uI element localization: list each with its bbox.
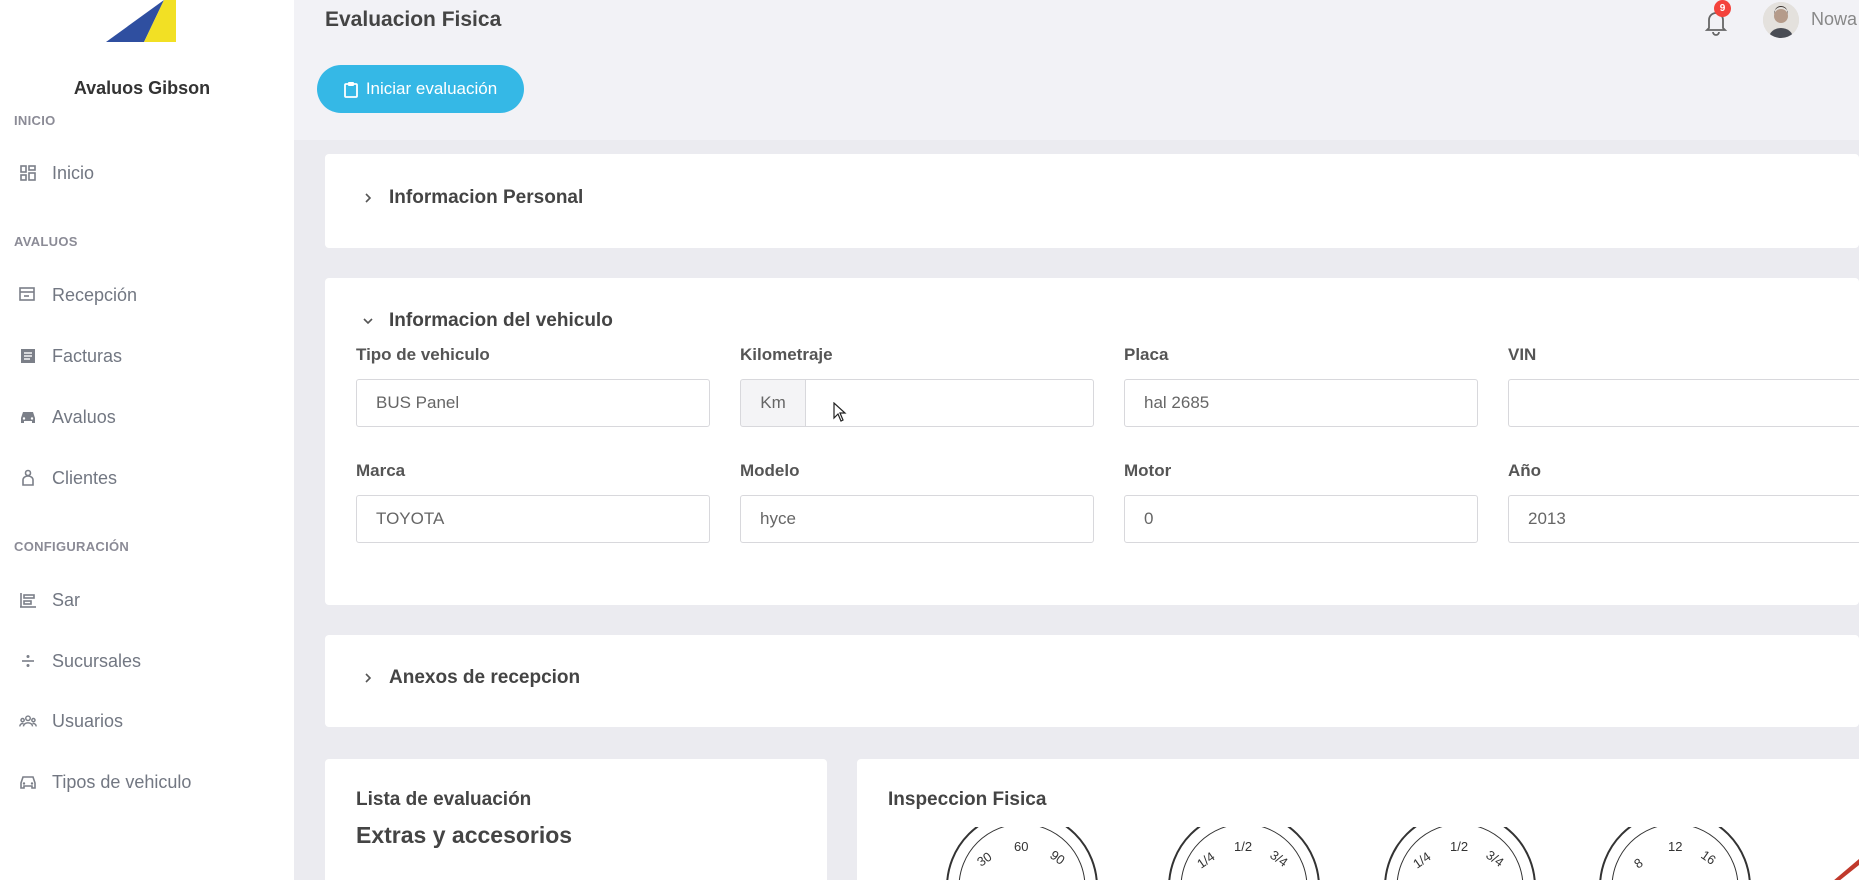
inspection-title: Inspeccion Fisica (888, 789, 1047, 810)
gauge-tick: 12 (1668, 839, 1682, 854)
client-icon (19, 469, 37, 487)
dashboard-icon (19, 164, 37, 182)
reception-icon (19, 286, 37, 304)
annexes-toggle[interactable]: Anexos de recepcion (361, 667, 580, 689)
gauge-tick: 1/4 (1194, 849, 1217, 872)
vehicle-icon (19, 773, 37, 791)
gauge-tick: 3/4 (1483, 847, 1506, 870)
start-evaluation-button[interactable]: Iniciar evaluación (317, 65, 524, 113)
car-icon (19, 408, 37, 426)
vehicle-info-card: Informacion del vehiculo Tipo de vehicul… (325, 278, 1859, 605)
invoice-icon (19, 347, 37, 365)
brand-logo (106, 0, 176, 42)
evaluation-list-card: Lista de evaluación Extras y accesorios (325, 759, 827, 880)
sidebar-item-usuarios[interactable]: Usuarios (0, 699, 294, 743)
chevron-down-icon (361, 314, 375, 328)
sidebar: Avaluos Gibson INICIO Inicio AVALUOS Rec… (0, 0, 294, 880)
clipboard-icon (343, 81, 358, 98)
kilometraje-label: Kilometraje (740, 345, 833, 364)
anio-field[interactable]: 2013 (1508, 495, 1859, 543)
vin-field[interactable] (1508, 379, 1859, 427)
sidebar-item-sar[interactable]: Sar (0, 578, 294, 622)
motor-field[interactable]: 0 (1124, 495, 1478, 543)
page-title: Evaluacion Fisica (325, 8, 502, 31)
kilometraje-field[interactable] (805, 379, 1094, 427)
evaluation-list-title: Lista de evaluación (356, 789, 532, 810)
section-title: Anexos de recepcion (389, 667, 581, 688)
gauge-tick: 3/4 (1267, 847, 1290, 870)
gauge-tick: 16 (1698, 847, 1718, 868)
motor-label: Motor (1124, 461, 1172, 480)
chevron-right-icon (361, 671, 375, 685)
sidebar-item-label: Sucursales (52, 650, 142, 671)
vin-label: VIN (1508, 345, 1537, 364)
gauge-tick: 30 (974, 849, 994, 870)
sidebar-item-recepcion[interactable]: Recepción (0, 273, 294, 317)
avatar[interactable] (1763, 2, 1799, 38)
anio-label: Año (1508, 461, 1542, 480)
gauge-tick: 90 (1047, 847, 1067, 868)
user-avatar-icon (1763, 2, 1799, 38)
gauge-fuel: 1/4 1/2 3/4 (1168, 827, 1320, 880)
tipo-vehiculo-field[interactable]: BUS Panel (356, 379, 710, 427)
sidebar-section-inicio: INICIO (14, 113, 56, 128)
mouse-cursor-icon (833, 402, 847, 422)
sidebar-item-tipos-de-vehiculo[interactable]: Tipos de vehiculo (0, 760, 294, 804)
vehicle-info-toggle[interactable]: Informacion del vehiculo (361, 310, 613, 332)
sidebar-section-avaluos: AVALUOS (14, 234, 78, 249)
gauge-speed: 30 60 90 (946, 827, 1098, 880)
dashboard-needle-icon (1834, 859, 1859, 880)
km-addon: Km (740, 379, 806, 427)
sidebar-item-inicio[interactable]: Inicio (0, 151, 294, 195)
annexes-card: Anexos de recepcion (325, 635, 1859, 727)
modelo-label: Modelo (740, 461, 800, 480)
section-title: Informacion del vehiculo (389, 310, 613, 331)
sidebar-item-label: Facturas (52, 345, 123, 366)
brand-name: Avaluos Gibson (73, 78, 211, 98)
sidebar-item-label: Sar (52, 589, 81, 610)
modelo-field[interactable]: hyce (740, 495, 1094, 543)
marca-field[interactable]: TOYOTA (356, 495, 710, 543)
marca-label: Marca (356, 461, 406, 480)
sidebar-item-label: Inicio (52, 162, 95, 183)
notification-badge: 9 (1714, 0, 1731, 17)
sidebar-item-label: Clientes (52, 467, 118, 488)
inspection-card: Inspeccion Fisica 30 60 90 1/4 1/2 3/4 1… (857, 759, 1859, 880)
sidebar-item-label: Usuarios (52, 710, 124, 731)
gauge-tick: 1/2 (1450, 839, 1468, 854)
divide-icon (19, 652, 37, 670)
gauge-tick: 8 (1631, 855, 1646, 871)
gauge-tick: 1/2 (1234, 839, 1252, 854)
gauge-level: 1/4 1/2 3/4 (1384, 827, 1536, 880)
username[interactable]: Nowa (1811, 9, 1857, 30)
personal-info-toggle[interactable]: Informacion Personal (361, 187, 583, 209)
placa-field[interactable]: hal 2685 (1124, 379, 1478, 427)
sidebar-item-facturas[interactable]: Facturas (0, 334, 294, 378)
start-evaluation-label: Iniciar evaluación (365, 79, 498, 98)
placa-label: Placa (1124, 345, 1169, 364)
sidebar-item-avaluos[interactable]: Avaluos (0, 395, 294, 439)
tipo-vehiculo-label: Tipo de vehiculo (356, 345, 490, 364)
sidebar-item-label: Recepción (52, 284, 138, 305)
users-icon (19, 712, 37, 730)
sar-icon (19, 591, 37, 609)
sidebar-item-sucursales[interactable]: Sucursales (0, 639, 294, 683)
personal-info-card: Informacion Personal (325, 154, 1859, 248)
gauge-tick: 60 (1014, 839, 1028, 854)
gauge-temperature: 8 12 16 (1599, 827, 1751, 880)
extras-title: Extras y accesorios (356, 822, 573, 848)
sidebar-item-label: Tipos de vehiculo (52, 771, 192, 792)
sidebar-item-label: Avaluos (52, 406, 116, 427)
sidebar-item-clientes[interactable]: Clientes (0, 456, 294, 500)
chevron-right-icon (361, 191, 375, 205)
section-title: Informacion Personal (389, 187, 584, 208)
sidebar-section-configuracion: CONFIGURACIÓN (14, 539, 130, 554)
gauge-tick: 1/4 (1410, 849, 1433, 872)
